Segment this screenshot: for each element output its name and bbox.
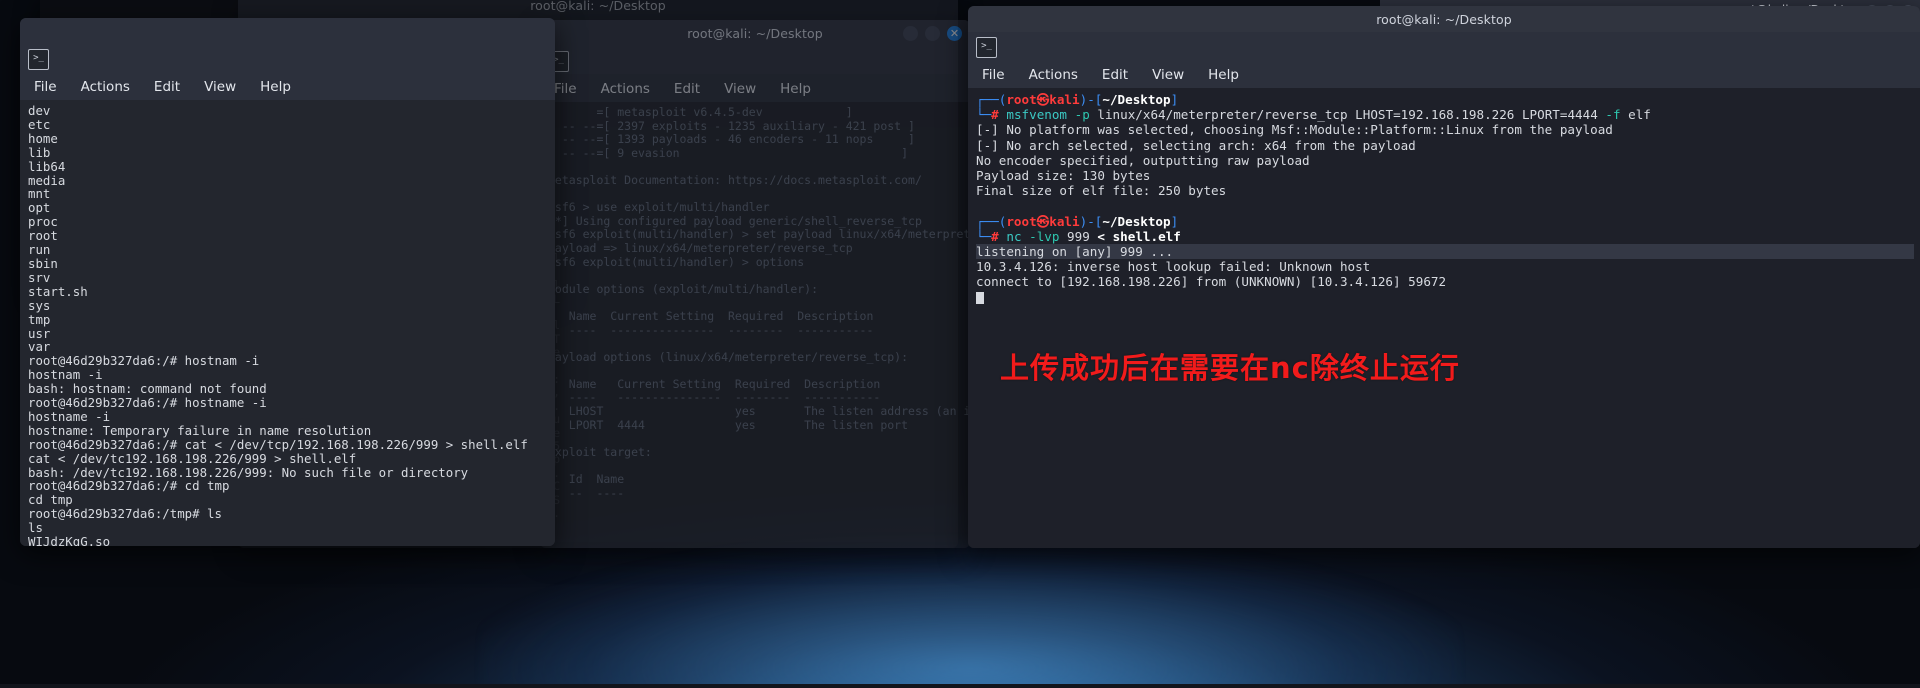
menu-view[interactable]: View (1152, 67, 1184, 83)
menu-edit[interactable]: Edit (674, 81, 700, 97)
titlebar[interactable]: root@kali: ~/Desktop (238, 0, 958, 18)
menu-view[interactable]: View (724, 81, 756, 97)
menu-edit[interactable]: Edit (154, 79, 180, 95)
prompt-path: ~/Desktop (1102, 92, 1171, 107)
prompt-bracket: ┌──( (976, 213, 1007, 229)
menu-edit[interactable]: Edit (1102, 67, 1128, 83)
prompt-bracket: )-[ (1079, 92, 1103, 107)
menubar[interactable]: File Actions Edit View Help (968, 62, 1920, 88)
titlebar[interactable] (20, 18, 555, 44)
menu-help[interactable]: Help (260, 79, 291, 95)
terminal-output[interactable]: dev etc home lib lib64 media mnt opt pro… (20, 100, 555, 546)
wallpaper-glow (480, 538, 1460, 688)
taskbar (0, 684, 1920, 688)
terminal-icon: >_ (976, 36, 997, 58)
prompt-bracket: ] (1170, 92, 1179, 107)
prompt-hash: # (991, 107, 999, 123)
desktop-screen: Trash File System Home OpenVpn root@kali… (0, 0, 1920, 688)
terminal-icon: >_ (28, 48, 49, 70)
menu-actions[interactable]: Actions (601, 81, 650, 97)
prompt-user-host: root㉿kali (1006, 92, 1080, 107)
menu-view[interactable]: View (204, 79, 236, 95)
command-flag: -p (1074, 107, 1090, 123)
toolbar: >_ (540, 46, 970, 76)
terminal-window-docker-shell[interactable]: >_ File Actions Edit View Help dev etc h… (20, 18, 555, 546)
terminal-output[interactable]: ┌──(root㉿kali)-[~/Desktop] └─# msfvenom … (968, 88, 1920, 548)
terminal-window-kali-active[interactable]: root@kali: ~/Desktop >_ File Actions Edi… (968, 6, 1920, 548)
toolbar: >_ (20, 44, 555, 74)
command-name: msfvenom (1006, 107, 1068, 123)
prompt-hash: # (991, 228, 999, 244)
terminal-output[interactable]: =[ metasploit v6.4.5-dev ] + -- --=[ 239… (540, 102, 970, 548)
command-flag: -f (1605, 107, 1621, 123)
menubar[interactable]: File Actions Edit View Help (540, 76, 970, 102)
menu-file[interactable]: File (34, 79, 57, 95)
prompt-corner: └─ (976, 107, 992, 123)
prompt-bracket: )-[ (1079, 213, 1103, 229)
prompt-corner: └─ (976, 228, 992, 244)
menubar[interactable]: File Actions Edit View Help (20, 74, 555, 100)
window-controls[interactable]: ✕ (903, 25, 962, 41)
command-flag: -lvp (1029, 228, 1060, 244)
prompt-user-host: root㉿kali (1006, 213, 1080, 229)
terminal-window-msfconsole[interactable]: root@kali: ~/Desktop ✕ >_ File Actions E… (540, 20, 970, 548)
redirect-operator: < (1097, 228, 1105, 244)
terminal-cursor (976, 291, 984, 304)
window-title: root@kali: ~/Desktop (530, 0, 666, 13)
menu-file[interactable]: File (554, 81, 577, 97)
menu-file[interactable]: File (982, 67, 1005, 83)
toolbar: >_ (968, 32, 1920, 62)
maximize-button[interactable] (925, 25, 940, 41)
menu-actions[interactable]: Actions (1029, 67, 1078, 83)
prompt-bracket: ┌──( (976, 92, 1007, 107)
command-name: nc (1006, 228, 1022, 244)
minimize-button[interactable] (903, 25, 918, 41)
titlebar[interactable]: root@kali: ~/Desktop ✕ (540, 20, 970, 46)
annotation-text: 上传成功后在需要在nc除终止运行 (1000, 351, 1460, 385)
window-title: root@kali: ~/Desktop (1376, 11, 1512, 27)
menu-actions[interactable]: Actions (81, 79, 130, 95)
menu-help[interactable]: Help (1208, 67, 1239, 83)
filename: shell.elf (1112, 228, 1181, 244)
prompt-path: ~/Desktop (1102, 213, 1171, 229)
close-button[interactable]: ✕ (947, 25, 962, 41)
prompt-bracket: ] (1170, 213, 1179, 229)
titlebar[interactable]: root@kali: ~/Desktop (968, 6, 1920, 32)
terminal-line-highlight: listening on [any] 999 ... (976, 244, 1914, 260)
menu-help[interactable]: Help (780, 81, 811, 97)
